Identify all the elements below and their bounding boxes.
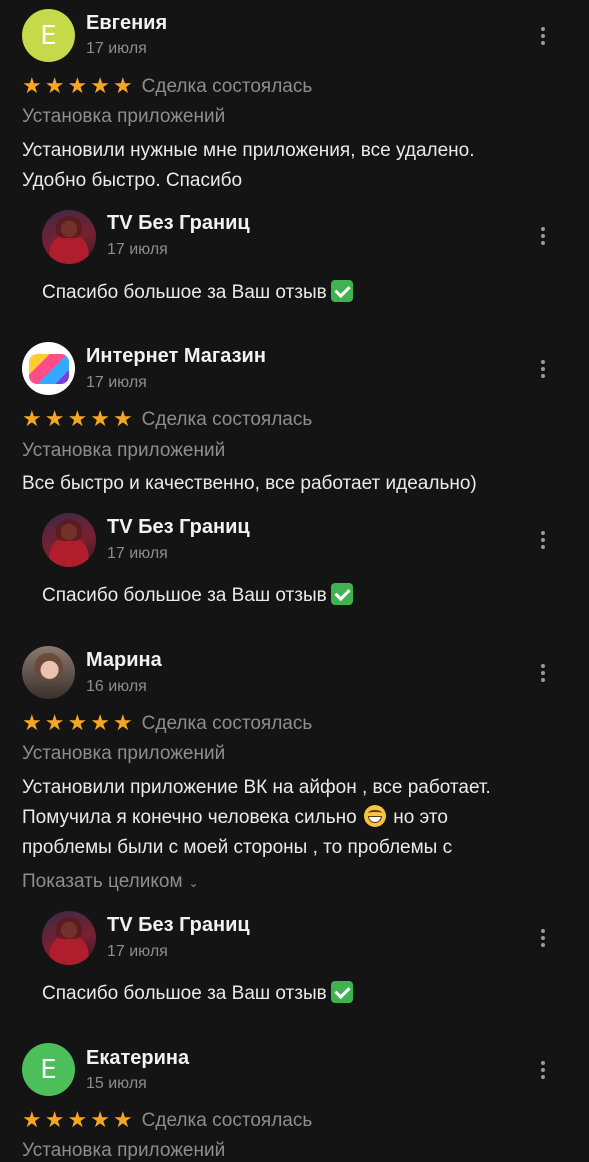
- review-author[interactable]: Екатерина: [86, 1047, 189, 1070]
- star-icon: ★: [112, 74, 133, 99]
- more-vertical-icon: [541, 27, 545, 31]
- review-text: Установили нужные мне приложения, все уд…: [22, 140, 475, 191]
- reply-author[interactable]: TV Без Границ: [107, 914, 250, 937]
- review-category: Установка приложений: [22, 440, 226, 461]
- avatar-initial: Е: [40, 20, 57, 51]
- avatar[interactable]: Е: [22, 1043, 75, 1096]
- star-icon: ★: [67, 407, 88, 432]
- review-category: Установка приложений: [22, 1140, 226, 1161]
- review-date: 17 июля: [86, 40, 147, 57]
- seller-avatar[interactable]: [42, 210, 96, 264]
- rating-stars: ★ ★ ★ ★ ★ Сделка состоялась: [22, 713, 312, 735]
- star-icon: ★: [22, 407, 42, 432]
- more-options-button[interactable]: [531, 1056, 555, 1084]
- avatar-initial: Е: [40, 1054, 57, 1085]
- reply-text: Спасибо большое за Ваш отзыв: [42, 583, 353, 607]
- reply-more-options-button[interactable]: [531, 924, 555, 952]
- deal-status: Сделка состоялась: [141, 409, 313, 430]
- rating-stars: ★ ★ ★ ★ ★ Сделка состоялась: [22, 409, 312, 431]
- star-icon: ★: [67, 74, 88, 99]
- review-author[interactable]: Интернет Магазин: [86, 345, 266, 368]
- more-vertical-icon: [541, 664, 545, 668]
- reply-text: Спасибо большое за Ваш отзыв: [42, 280, 353, 304]
- avatar[interactable]: Е: [22, 9, 75, 62]
- grinning-face-emoji: [363, 805, 386, 827]
- star-icon: ★: [90, 1108, 110, 1133]
- star-icon: ★: [44, 407, 65, 432]
- review-author[interactable]: Евгения: [86, 12, 167, 35]
- star-icon: ★: [22, 711, 42, 736]
- review-text: Установили приложение ВК на айфон , все …: [22, 777, 491, 858]
- check-mark-emoji: [330, 583, 353, 605]
- review-text: Все быстро и качественно, все работает и…: [22, 473, 477, 494]
- reply-date: 17 июля: [107, 545, 168, 562]
- star-icon: ★: [90, 407, 110, 432]
- check-mark-emoji: [330, 280, 353, 302]
- star-icon: ★: [90, 711, 110, 736]
- star-icon: ★: [22, 74, 42, 99]
- star-icon: ★: [44, 711, 65, 736]
- rating-stars: ★ ★ ★ ★ ★ Сделка состоялась: [22, 1110, 312, 1132]
- star-icon: ★: [44, 1108, 65, 1133]
- seller-avatar[interactable]: [42, 911, 96, 965]
- review-date: 16 июля: [86, 678, 147, 695]
- seller-avatar[interactable]: [42, 513, 96, 567]
- show-all-link[interactable]: Показать целиком ⌄: [22, 871, 199, 893]
- shop-logo-icon: [28, 353, 69, 384]
- review-author[interactable]: Марина: [86, 649, 162, 672]
- more-options-button[interactable]: [531, 22, 555, 50]
- star-icon: ★: [112, 711, 133, 736]
- reply-more-options-button[interactable]: [531, 526, 555, 554]
- more-vertical-icon: [541, 531, 545, 535]
- review-date: 17 июля: [86, 374, 147, 391]
- reply-author[interactable]: TV Без Границ: [107, 212, 250, 235]
- deal-status: Сделка состоялась: [141, 1110, 313, 1131]
- more-vertical-icon: [541, 227, 545, 231]
- chevron-down-icon: ⌄: [188, 876, 199, 890]
- more-vertical-icon: [541, 360, 545, 364]
- avatar[interactable]: [22, 342, 75, 395]
- more-vertical-icon: [541, 1061, 545, 1065]
- more-vertical-icon: [541, 929, 545, 933]
- rating-stars: ★ ★ ★ ★ ★ Сделка состоялась: [22, 76, 312, 98]
- star-icon: ★: [22, 1108, 42, 1133]
- deal-status: Сделка состоялась: [141, 76, 313, 97]
- star-icon: ★: [112, 407, 133, 432]
- more-options-button[interactable]: [531, 659, 555, 687]
- star-icon: ★: [90, 74, 110, 99]
- review-category: Установка приложений: [22, 106, 226, 127]
- more-options-button[interactable]: [531, 355, 555, 383]
- reply-more-options-button[interactable]: [531, 222, 555, 250]
- reply-text: Спасибо большое за Ваш отзыв: [42, 981, 353, 1005]
- deal-status: Сделка состоялась: [141, 713, 313, 734]
- star-icon: ★: [112, 1108, 133, 1133]
- reply-author[interactable]: TV Без Границ: [107, 516, 250, 539]
- star-icon: ★: [67, 711, 88, 736]
- avatar[interactable]: [22, 646, 75, 699]
- reply-date: 17 июля: [107, 241, 168, 258]
- review-category: Установка приложений: [22, 743, 226, 764]
- star-icon: ★: [67, 1108, 88, 1133]
- review-date: 15 июля: [86, 1075, 147, 1092]
- star-icon: ★: [44, 74, 65, 99]
- reply-date: 17 июля: [107, 943, 168, 960]
- check-mark-emoji: [330, 981, 353, 1003]
